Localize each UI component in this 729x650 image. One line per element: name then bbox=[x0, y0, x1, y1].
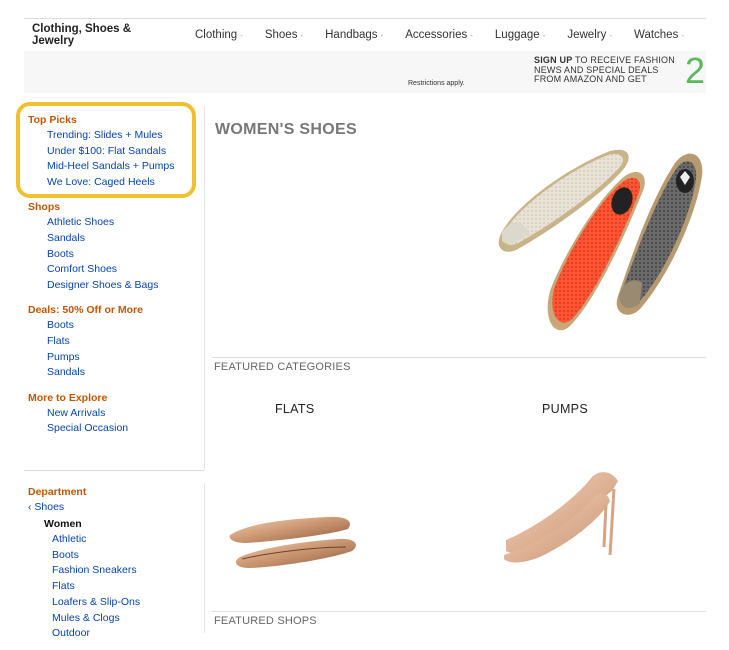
hero-shoes-image[interactable] bbox=[490, 141, 706, 341]
chevron-down-icon: - bbox=[300, 30, 304, 40]
nav-item-jewelry[interactable]: Jewelry - bbox=[567, 29, 612, 41]
category-nav-bar: Clothing, Shoes & Jewelry Clothing - Shoe… bbox=[24, 18, 706, 52]
sidebar-link[interactable]: Comfort Shoes bbox=[47, 262, 204, 278]
nav-item-accessories[interactable]: Accessories - bbox=[405, 29, 473, 41]
department-link[interactable]: Fashion Sneakers bbox=[52, 563, 204, 579]
sidebar-link[interactable]: We Love: Caged Heels bbox=[47, 175, 204, 191]
sidebar-link[interactable]: New Arrivals bbox=[47, 406, 204, 422]
signup-bold: SIGN UP bbox=[534, 55, 573, 65]
nav-label: Watches bbox=[634, 29, 679, 41]
sidebar-link[interactable]: Sandals bbox=[47, 231, 204, 247]
section-title: Shops bbox=[28, 201, 61, 214]
sidebar-link[interactable]: Trending: Slides + Mules bbox=[47, 128, 204, 144]
nav-label: Accessories bbox=[405, 29, 468, 41]
sidebar-link[interactable]: Flats bbox=[47, 334, 204, 350]
sidebar-link[interactable]: Mid-Heel Sandals + Pumps bbox=[47, 159, 204, 175]
pumps-image[interactable] bbox=[500, 465, 630, 565]
department-link[interactable]: Athletic bbox=[52, 532, 204, 548]
shops-section: Shops Athletic Shoes Sandals Boots Comfo… bbox=[24, 201, 204, 293]
explore-section: More to Explore New Arrivals Special Occ… bbox=[24, 392, 204, 437]
deals-section: Deals: 50% Off or More Boots Flats Pumps… bbox=[24, 304, 204, 380]
section-title: More to Explore bbox=[28, 391, 108, 404]
nav-label: Jewelry bbox=[567, 29, 607, 41]
department-link[interactable]: Loafers & Slip-Ons bbox=[52, 595, 204, 611]
nav-item-luggage[interactable]: Luggage - bbox=[495, 29, 545, 41]
signup-line: TO RECEIVE FASHION bbox=[572, 55, 675, 65]
chevron-down-icon: - bbox=[609, 30, 613, 40]
promo-banner[interactable]: Restrictions apply. SIGN UP TO RECEIVE F… bbox=[24, 51, 706, 93]
nav-label: Clothing bbox=[194, 29, 238, 41]
sidebar-separator bbox=[204, 483, 205, 633]
sidebar-link[interactable]: Athletic Shoes bbox=[47, 215, 204, 231]
section-title: Department bbox=[28, 486, 87, 498]
sidebar-divider bbox=[24, 470, 204, 471]
department-link[interactable]: Outdoor bbox=[52, 626, 204, 642]
section-divider bbox=[212, 357, 706, 358]
section-title: Deals: 50% Off or More bbox=[28, 304, 143, 317]
sidebar-link[interactable]: Special Occasion bbox=[47, 421, 204, 437]
chevron-down-icon: - bbox=[470, 30, 473, 40]
department-link[interactable]: Boots bbox=[52, 548, 204, 564]
nav-item-clothing[interactable]: Clothing - bbox=[195, 29, 243, 41]
sidebar-separator bbox=[204, 106, 205, 470]
restrictions-text: Restrictions apply. bbox=[408, 80, 465, 87]
signup-line: FROM AMAZON AND GET bbox=[534, 74, 647, 84]
nav-item-handbags[interactable]: Handbags - bbox=[325, 29, 383, 41]
section-divider bbox=[212, 611, 706, 612]
chevron-down-icon: - bbox=[380, 30, 384, 40]
nav-label: Handbags bbox=[325, 29, 378, 41]
left-sidebar: Top Picks Trending: Slides + Mules Under… bbox=[24, 106, 204, 437]
department-link[interactable]: Mules & Clogs bbox=[52, 611, 204, 627]
page-title: WOMEN'S SHOES bbox=[215, 121, 357, 138]
sidebar-link[interactable]: Boots bbox=[47, 318, 204, 334]
chevron-down-icon: - bbox=[542, 30, 546, 40]
sidebar-link[interactable]: Designer Shoes & Bags bbox=[47, 278, 204, 294]
featured-shops-heading: FEATURED SHOPS bbox=[214, 615, 317, 627]
chevron-down-icon: - bbox=[681, 30, 684, 40]
top-picks-section: Top Picks Trending: Slides + Mules Under… bbox=[24, 114, 204, 190]
chevron-down-icon: - bbox=[240, 30, 243, 40]
nav-item-watches[interactable]: Watches - bbox=[634, 29, 684, 41]
featured-categories-heading: FEATURED CATEGORIES bbox=[214, 361, 351, 373]
category-label-flats[interactable]: FLATS bbox=[275, 402, 314, 416]
flats-image[interactable] bbox=[228, 505, 360, 575]
nav-brand-link[interactable]: Clothing, Shoes & Jewelry bbox=[24, 23, 176, 47]
sidebar-link[interactable]: Boots bbox=[47, 247, 204, 263]
department-link[interactable]: Flats bbox=[52, 579, 204, 595]
sidebar-link[interactable]: Sandals bbox=[47, 365, 204, 381]
signup-promo-text: SIGN UP TO RECEIVE FASHION NEWS AND SPEC… bbox=[534, 55, 675, 85]
department-nav: Department ‹ Shoes Women Athletic Boots … bbox=[24, 486, 204, 642]
nav-label: Luggage bbox=[494, 29, 540, 41]
back-to-shoes-link[interactable]: ‹ Shoes bbox=[28, 500, 204, 514]
current-department: Women bbox=[44, 518, 82, 530]
section-title: Top Picks bbox=[28, 114, 77, 126]
promo-number: 2 bbox=[685, 50, 706, 91]
sidebar-link[interactable]: Under $100: Flat Sandals bbox=[47, 144, 204, 160]
category-label-pumps[interactable]: PUMPS bbox=[542, 402, 588, 416]
nav-label: Shoes bbox=[264, 29, 298, 41]
nav-item-shoes[interactable]: Shoes - bbox=[265, 29, 303, 41]
sidebar-link[interactable]: Pumps bbox=[47, 350, 204, 366]
